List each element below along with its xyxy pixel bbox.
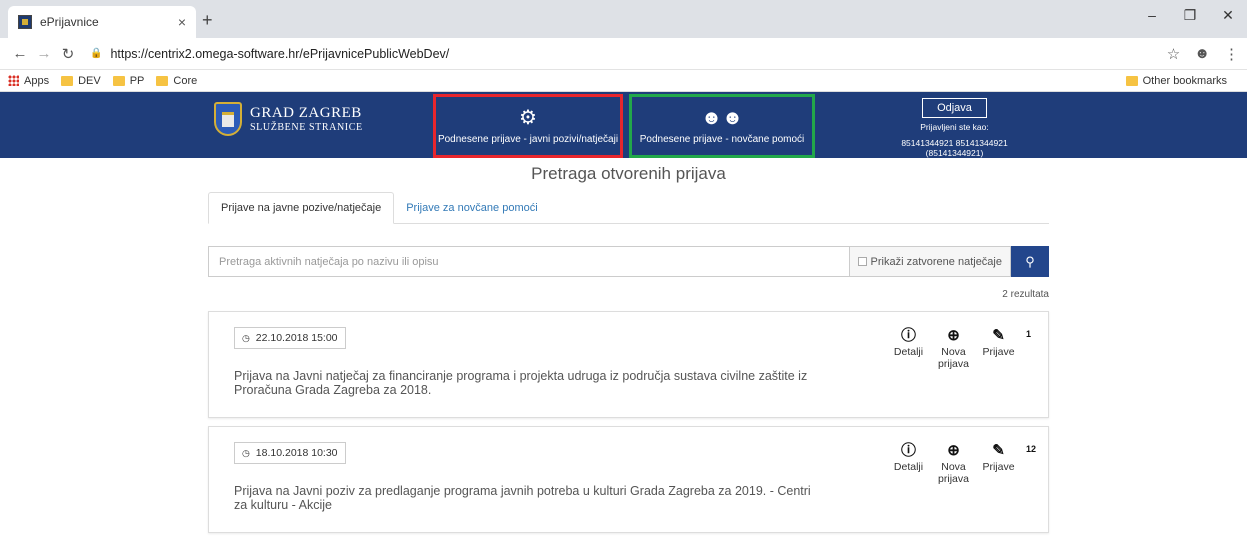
show-closed-checkbox[interactable]: Prikaži zatvorene natječaje	[848, 246, 1011, 277]
url-text: https://centrix2.omega-software.hr/ePrij…	[110, 46, 450, 61]
profile-icon[interactable]: ☻	[1194, 45, 1210, 63]
back-icon[interactable]: ←	[8, 45, 32, 62]
logged-in-label: Prijavljeni ste kao:	[920, 122, 989, 132]
new-tab-button[interactable]: +	[202, 10, 213, 31]
pencil-icon: ✎	[992, 442, 1005, 459]
folder-icon	[156, 75, 169, 86]
search-input[interactable]	[208, 246, 849, 277]
browser-tabbar: ePrijavnice × + – ❐ ✕	[0, 0, 1247, 38]
other-bookmarks[interactable]: Other bookmarks	[1125, 74, 1227, 87]
lock-icon: 🔒	[90, 48, 103, 59]
logo-subtitle: SLUŽBENE STRANICE	[250, 122, 363, 133]
date-badge: ◷ 18.10.2018 10:30	[234, 442, 346, 464]
bookmark-star-icon[interactable]: ☆	[1167, 45, 1180, 63]
bookmark-pp[interactable]: PP	[112, 74, 145, 87]
bookmarks-bar: Apps DEV PP Core Other bookmarks	[0, 70, 1247, 92]
browser-tab[interactable]: ePrijavnice ×	[8, 6, 196, 38]
forward-icon[interactable]: →	[32, 45, 56, 62]
bookmark-label: Apps	[24, 74, 50, 87]
site-logo[interactable]: GRAD ZAGREB SLUŽBENE STRANICE	[214, 102, 363, 136]
bookmark-label: Other bookmarks	[1142, 74, 1227, 87]
nav-label: Podnesene prijave - javni pozivi/natječa…	[437, 133, 619, 145]
site-header: GRAD ZAGREB SLUŽBENE STRANICE ⚙ Podnesen…	[0, 92, 1247, 158]
address-bar: ← → ↻ 🔒 https://centrix2.omega-software.…	[0, 38, 1247, 70]
action-label: prijava	[938, 358, 969, 370]
checkbox-icon	[857, 257, 867, 266]
bookmark-label: Core	[173, 74, 198, 87]
plus-circle-icon: ⊕	[947, 327, 960, 344]
action-label: Nova	[941, 346, 966, 358]
action-label: Detalji	[893, 346, 924, 358]
restore-icon[interactable]: ❐	[1171, 0, 1209, 30]
pencil-icon: ✎	[992, 327, 1005, 344]
gears-icon: ⚙	[519, 106, 537, 129]
users-icon: ☻☻	[700, 106, 744, 129]
bookmark-dev[interactable]: DEV	[61, 75, 101, 87]
zagreb-coat-of-arms-icon	[214, 102, 242, 136]
bookmark-core[interactable]: Core	[156, 75, 197, 87]
site-favicon-icon	[18, 15, 32, 29]
page-title: Pretraga otvorenih prijava	[531, 164, 726, 183]
user-area: Odjava Prijavljeni ste kao: 85141344921 …	[872, 98, 1037, 158]
folder-icon	[1125, 75, 1138, 86]
folder-icon	[112, 75, 125, 86]
tab-title: ePrijavnice	[40, 15, 99, 29]
show-closed-label: Prikaži zatvorene natječaje	[870, 255, 1002, 268]
minimize-icon[interactable]: –	[1133, 0, 1171, 30]
tabs: Prijave na javne pozive/natječaje Prijav…	[208, 192, 1049, 224]
call-description: Prijava na Javni poziv za predlaganje pr…	[234, 484, 811, 512]
action-label: Detalji	[893, 461, 924, 473]
details-button[interactable]: ⓘ Detalji	[886, 326, 931, 370]
nav-submitted-public-calls[interactable]: ⚙ Podnesene prijave - javni pozivi/natje…	[433, 94, 623, 158]
date-text: 22.10.2018 15:00	[255, 332, 338, 344]
apps-grid-icon	[8, 75, 19, 86]
plus-circle-icon: ⊕	[947, 442, 960, 459]
search-row: Prikaži zatvorene natječaje ⚲	[208, 246, 1049, 277]
list-item: ◷ 18.10.2018 10:30 Prijava na Javni pozi…	[208, 426, 1049, 533]
search-icon: ⚲	[1025, 253, 1035, 269]
url-field[interactable]: 🔒 https://centrix2.omega-software.hr/ePr…	[90, 41, 1167, 67]
main-content: Pretraga otvorenih prijava Prijave na ja…	[208, 158, 1049, 533]
bookmark-apps[interactable]: Apps	[8, 75, 49, 87]
menu-icon[interactable]: ⋮	[1224, 45, 1239, 63]
list-item: ◷ 22.10.2018 15:00 Prijava na Javni natj…	[208, 311, 1049, 418]
reload-icon[interactable]: ↻	[56, 45, 80, 63]
bookmark-label: DEV	[78, 74, 101, 87]
item-actions: ⓘ Detalji ⊕ Nova prijava ✎ Prijave 12	[886, 441, 1036, 485]
applications-count: 12	[1026, 444, 1037, 454]
tab-public-calls[interactable]: Prijave na javne pozive/natječaje	[208, 192, 395, 224]
call-description: Prijava na Javni natječaj za financiranj…	[234, 369, 808, 397]
item-actions: ⓘ Detalji ⊕ Nova prijava ✎ Prijave 1	[886, 326, 1031, 370]
applications-button[interactable]: ✎ Prijave	[976, 326, 1021, 370]
info-icon: ⓘ	[900, 327, 916, 344]
applications-count: 1	[1026, 329, 1032, 339]
details-button[interactable]: ⓘ Detalji	[886, 441, 931, 485]
info-icon: ⓘ	[900, 442, 916, 459]
applications-button[interactable]: ✎ Prijave	[976, 441, 1021, 485]
close-window-icon[interactable]: ✕	[1209, 0, 1247, 30]
action-label: Prijave	[982, 461, 1015, 473]
tab-close-icon[interactable]: ×	[178, 14, 186, 30]
new-application-button[interactable]: ⊕ Nova prijava	[931, 441, 976, 485]
clock-icon: ◷	[242, 448, 250, 458]
bookmark-label: PP	[129, 74, 145, 87]
folder-icon	[61, 75, 74, 86]
logo-title: GRAD ZAGREB	[250, 105, 362, 121]
logged-in-user: 85141344921 85141344921 (85141344921)	[901, 138, 1008, 158]
results-count: 2 rezultata	[1002, 289, 1049, 300]
logout-button[interactable]: Odjava	[922, 98, 987, 118]
nav-label: Podnesene prijave - novčane pomoći	[639, 133, 805, 145]
date-text: 18.10.2018 10:30	[255, 447, 338, 459]
clock-icon: ◷	[242, 333, 250, 343]
date-badge: ◷ 22.10.2018 15:00	[234, 327, 346, 349]
action-label: Prijave	[982, 346, 1015, 358]
search-button[interactable]: ⚲	[1011, 246, 1049, 277]
action-label: prijava	[938, 473, 969, 485]
tab-financial-aid[interactable]: Prijave za novčane pomoći	[394, 192, 549, 223]
action-label: Nova	[941, 461, 966, 473]
nav-submitted-financial-aid[interactable]: ☻☻ Podnesene prijave - novčane pomoći	[629, 94, 815, 158]
new-application-button[interactable]: ⊕ Nova prijava	[931, 326, 976, 370]
